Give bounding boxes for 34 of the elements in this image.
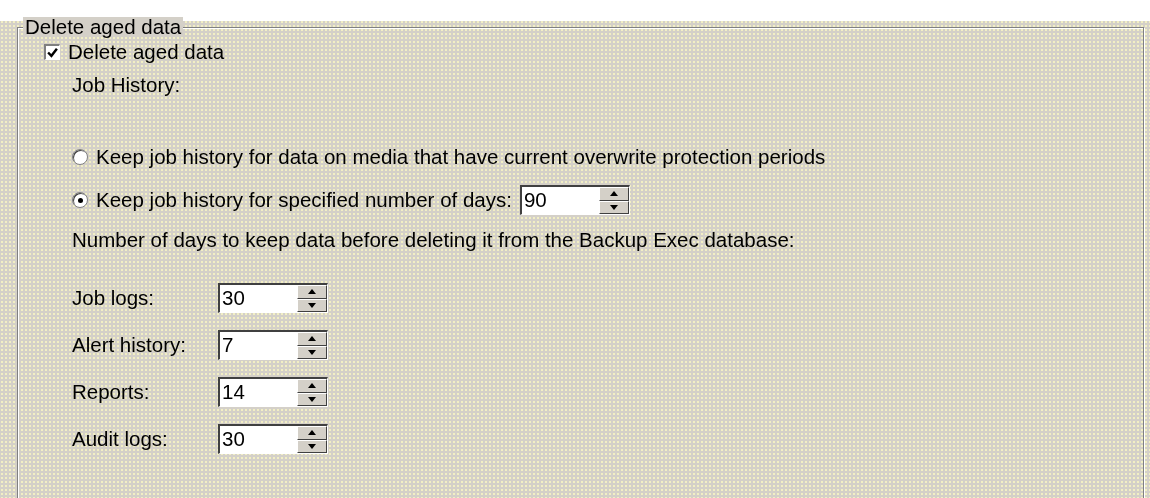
- radio-label: Keep job history for data on media that have current overwrite protection periods: [96, 145, 826, 169]
- spin-up-button[interactable]: [297, 426, 327, 440]
- checkmark-icon: [47, 47, 58, 58]
- spin-box[interactable]: 14: [218, 377, 328, 407]
- field-label: Alert history:: [72, 333, 187, 357]
- up-triangle-icon: [308, 289, 316, 295]
- down-triangle-icon: [308, 443, 316, 449]
- down-triangle-icon: [308, 302, 316, 308]
- radio-button[interactable]: [72, 149, 88, 165]
- section-label: Number of days to keep data before deleting it from the Backup Exec database:: [72, 228, 795, 252]
- field-label: Audit logs:: [72, 427, 169, 451]
- spin-up-button[interactable]: [297, 285, 327, 299]
- down-triangle-icon: [609, 204, 618, 210]
- radio-label: Keep job history for specified number of days:: [96, 188, 512, 212]
- spin-box[interactable]: 7: [218, 330, 328, 360]
- spin-up-button[interactable]: [297, 332, 327, 346]
- down-triangle-icon: [308, 396, 316, 402]
- spin-box[interactable]: 30: [218, 283, 328, 313]
- up-triangle-icon: [308, 430, 316, 436]
- spin-up-button[interactable]: [598, 187, 629, 201]
- section-label: Job History:: [72, 73, 181, 97]
- field-label: Reports:: [72, 380, 151, 404]
- spin-box[interactable]: 30: [218, 424, 328, 454]
- up-triangle-icon: [308, 383, 316, 389]
- up-triangle-icon: [308, 336, 316, 342]
- spin-up-button[interactable]: [297, 379, 327, 393]
- field-label: Job logs:: [72, 286, 156, 310]
- checkbox-label: Delete aged data: [68, 40, 225, 64]
- spin-box[interactable]: 90: [519, 185, 630, 215]
- group-title: Delete aged data: [23, 17, 184, 37]
- down-triangle-icon: [308, 349, 316, 355]
- radio-button[interactable]: [72, 192, 88, 208]
- up-triangle-icon: [609, 191, 618, 197]
- checkbox[interactable]: [44, 44, 60, 60]
